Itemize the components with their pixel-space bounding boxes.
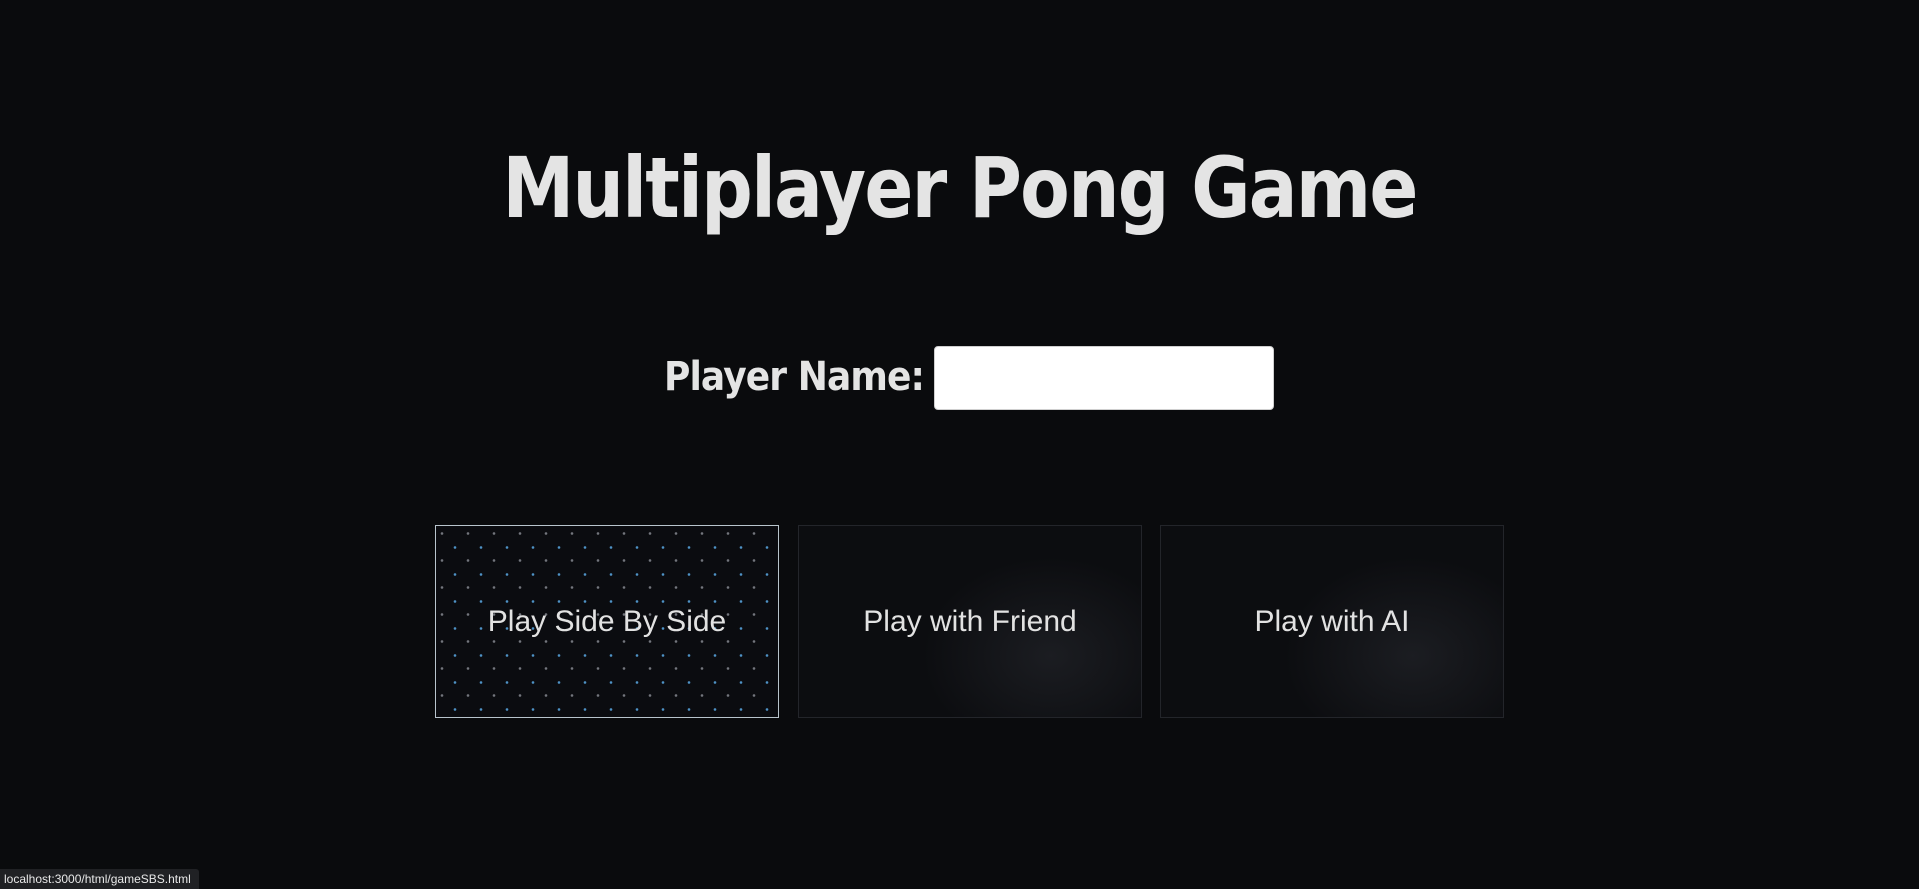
- page-title: Multiplayer Pong Game: [502, 139, 1418, 237]
- play-with-ai-label: Play with AI: [1254, 604, 1410, 638]
- play-with-ai-button[interactable]: Play with AI: [1160, 525, 1504, 718]
- player-name-input[interactable]: [934, 346, 1274, 410]
- player-name-row: Player Name:: [0, 344, 1919, 410]
- play-side-by-side-button[interactable]: Play Side By Side: [435, 525, 779, 718]
- player-name-label: Player Name:: [664, 354, 925, 400]
- play-with-friend-button[interactable]: Play with Friend: [798, 525, 1142, 718]
- play-side-by-side-label: Play Side By Side: [487, 604, 727, 638]
- link-status-bar: localhost:3000/html/gameSBS.html: [0, 869, 199, 889]
- play-with-friend-label: Play with Friend: [863, 604, 1077, 638]
